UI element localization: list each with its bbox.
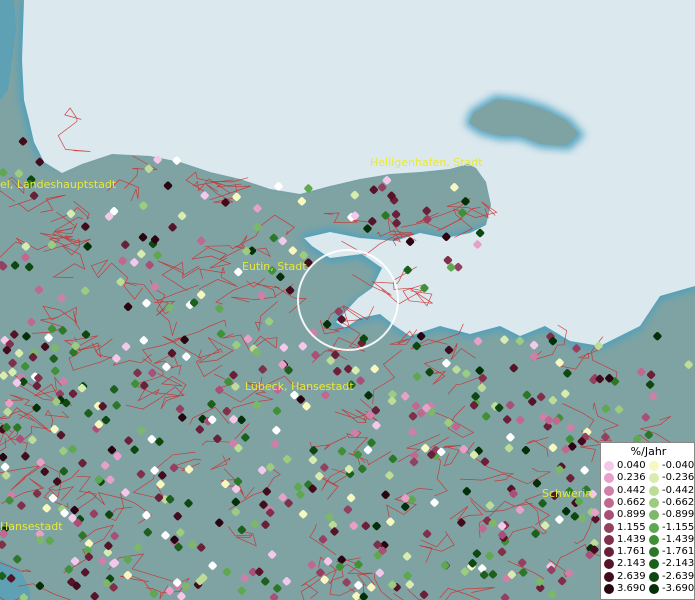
legend-swatch [649,510,659,521]
legend-value: -0.040 [662,460,695,471]
legend-swatch [604,584,614,594]
legend-swatch [604,485,614,496]
legend-value: 0.899 [617,509,646,521]
legend-value: 1.439 [617,533,646,545]
legend-value: -1.761 [662,546,695,558]
legend-value: 1.155 [617,521,646,533]
legend-swatch [604,510,614,521]
label-luebeck: Lübeck, Hansestadt [245,380,354,393]
map-canvas[interactable]: el, Landeshauptstadt Heiligenhafen, Stad… [0,0,695,600]
legend-swatch [604,497,614,508]
legend-swatch [604,473,614,484]
legend-value: 0.662 [617,496,646,508]
legend: %/Jahr 0.040 -0.040 0.236 -0.236 0.442 -0.442… [600,442,695,600]
label-heiligenhafen: Heiligenhafen, Stadt [370,156,483,169]
legend-swatch [604,534,614,545]
legend-value: -0.662 [662,496,695,508]
legend-swatch [649,547,659,558]
legend-value: -0.442 [662,484,695,496]
legend-swatch [604,461,614,471]
legend-value: -1.155 [662,521,695,533]
legend-swatch [649,461,659,471]
legend-swatch [649,485,659,496]
legend-swatch [604,547,614,558]
legend-value: 2.639 [617,570,646,582]
label-wismar: Hansestadt [0,520,63,533]
legend-swatch [604,559,614,570]
legend-value: -2.639 [662,570,695,582]
legend-value: 2.143 [617,558,646,570]
label-kiel: el, Landeshauptstadt [0,178,117,191]
map-viewport[interactable]: el, Landeshauptstadt Heiligenhafen, Stad… [0,0,695,600]
legend-value: 0.040 [617,460,646,471]
legend-value: 0.442 [617,484,646,496]
legend-swatch [649,497,659,508]
legend-title: %/Jahr [630,445,667,458]
legend-swatch [649,522,659,533]
legend-swatch [649,584,659,594]
legend-swatch [604,522,614,533]
legend-value: -0.236 [662,472,695,484]
legend-swatch [649,571,659,582]
legend-value: 0.236 [617,472,646,484]
legend-value: -3.690 [662,583,695,594]
legend-swatch [649,473,659,484]
label-schwerin: Schwerin, L [542,487,606,500]
label-eutin: Eutin, Stadt [242,260,307,273]
legend-swatch [649,559,659,570]
legend-value: 3.690 [617,583,646,594]
legend-value: -0.899 [662,509,695,521]
legend-value: -2.143 [662,558,695,570]
legend-swatch [604,571,614,582]
legend-value: -1.439 [662,533,695,545]
legend-value: 1.761 [617,546,646,558]
legend-swatch [649,534,659,545]
